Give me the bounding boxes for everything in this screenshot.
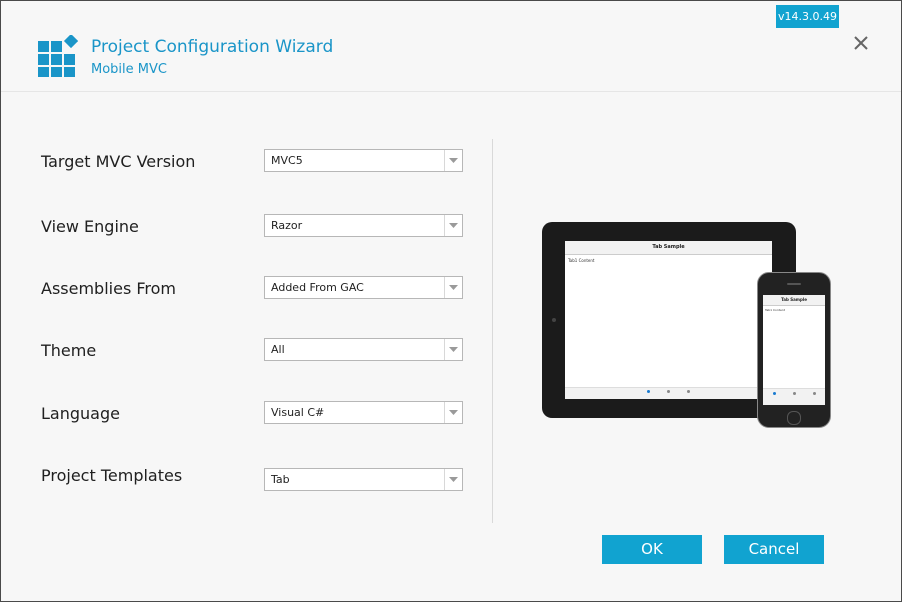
wizard-title: Project Configuration Wizard — [91, 37, 334, 57]
tablet-camera — [552, 318, 556, 322]
phone-screen: Tab Sample Tab1 Content — [763, 295, 825, 405]
language-dropdown[interactable]: Visual C# — [264, 401, 463, 424]
project-templates-dropdown[interactable]: Tab — [264, 468, 463, 491]
dropdown-value: All — [271, 343, 285, 356]
tablet-screen-content: Tab1 Content — [568, 258, 595, 263]
chevron-down-icon — [449, 223, 458, 228]
assemblies-from-label: Assemblies From — [41, 279, 176, 298]
phone-home-button — [787, 411, 801, 425]
tablet-screen: Tab Sample Tab1 Content — [565, 241, 772, 399]
dropdown-value: Added From GAC — [271, 281, 364, 294]
tablet-tab-bar — [565, 387, 772, 399]
phone-screen-title: Tab Sample — [763, 295, 825, 306]
wizard-subtitle: Mobile MVC — [91, 62, 167, 77]
phone-preview: Tab Sample Tab1 Content — [757, 272, 831, 428]
view-engine-label: View Engine — [41, 217, 139, 236]
tab-dot — [773, 392, 776, 395]
cancel-button[interactable]: Cancel — [724, 535, 824, 564]
header-bar: Project Configuration Wizard Mobile MVC … — [1, 1, 901, 92]
dropdown-value: Tab — [271, 473, 290, 486]
view-engine-dropdown[interactable]: Razor — [264, 214, 463, 237]
tablet-screen-title: Tab Sample — [565, 241, 772, 255]
tab-dot — [647, 390, 650, 393]
theme-label: Theme — [41, 341, 97, 360]
tab-dot — [687, 390, 690, 393]
assemblies-from-dropdown[interactable]: Added From GAC — [264, 276, 463, 299]
tab-dot — [793, 392, 796, 395]
dropdown-value: Razor — [271, 219, 303, 232]
dropdown-value: Visual C# — [271, 406, 325, 419]
project-templates-label: Project Templates — [41, 466, 183, 485]
tab-dot — [813, 392, 816, 395]
theme-dropdown[interactable]: All — [264, 338, 463, 361]
language-label: Language — [41, 404, 120, 423]
target-mvc-version-dropdown[interactable]: MVC5 — [264, 149, 463, 172]
phone-screen-content: Tab1 Content — [765, 308, 785, 312]
chevron-down-icon — [449, 347, 458, 352]
target-mvc-version-label: Target MVC Version — [41, 152, 196, 171]
chevron-down-icon — [449, 477, 458, 482]
vertical-divider — [492, 139, 493, 523]
chevron-down-icon — [449, 410, 458, 415]
app-logo-icon — [38, 35, 78, 77]
version-badge: v14.3.0.49 — [776, 5, 839, 28]
chevron-down-icon — [449, 158, 458, 163]
dropdown-value: MVC5 — [271, 154, 303, 167]
wizard-window: Project Configuration Wizard Mobile MVC … — [0, 0, 902, 602]
phone-tab-bar — [763, 388, 825, 405]
close-icon[interactable] — [851, 33, 871, 53]
ok-button[interactable]: OK — [602, 535, 702, 564]
phone-speaker — [787, 283, 801, 285]
chevron-down-icon — [449, 285, 458, 290]
tab-dot — [667, 390, 670, 393]
